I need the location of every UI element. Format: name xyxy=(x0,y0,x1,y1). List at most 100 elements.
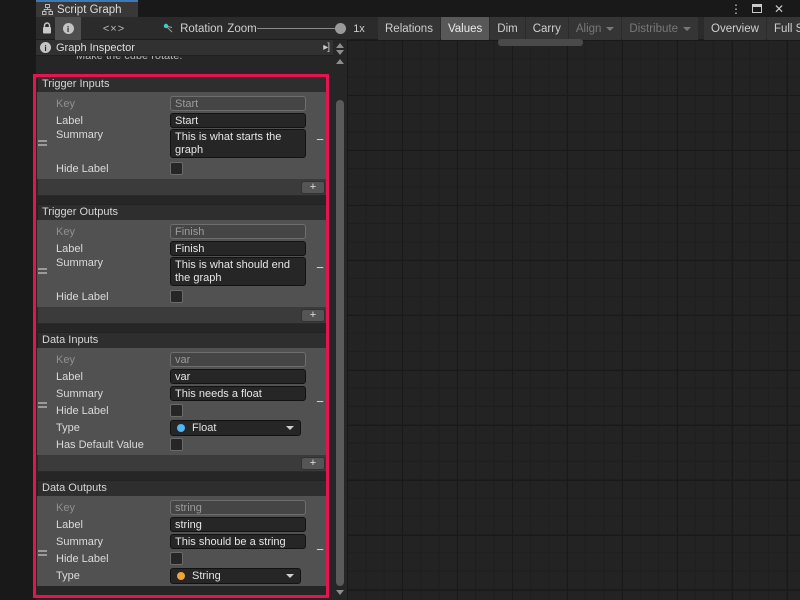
label-field[interactable] xyxy=(170,241,306,256)
distribute-button[interactable]: Distribute xyxy=(622,17,698,40)
chevron-down-icon xyxy=(683,27,691,31)
rotation-label: Rotation xyxy=(180,23,223,35)
unity-script-graph-window: Script Graph ⋮ ✕ i <×> Rotation Zoom xyxy=(0,0,800,600)
chevron-down-icon xyxy=(606,27,614,31)
chevron-down-icon xyxy=(286,574,294,578)
inspector-scroll-area: Make the cube rotate. Trigger Inputs Key… xyxy=(36,56,330,600)
key-field xyxy=(170,352,306,367)
hide-label-row: Hide Label xyxy=(37,402,328,419)
hide-label-checkbox[interactable] xyxy=(170,404,183,417)
summary-row: Summary This needs a float xyxy=(37,385,328,402)
carry-button[interactable]: Carry xyxy=(526,17,568,40)
section-trigger-inputs: Trigger Inputs Key Label Summary This is… xyxy=(37,76,328,196)
remove-item-button[interactable]: − xyxy=(314,396,326,408)
graph-canvas[interactable] xyxy=(347,40,800,600)
section-title: Data Outputs xyxy=(37,480,328,496)
maximize-icon[interactable] xyxy=(752,0,770,17)
label-field[interactable] xyxy=(170,113,306,128)
label-field[interactable] xyxy=(170,517,306,532)
section-data-outputs: Data Outputs Key Label Summary This shou… xyxy=(37,480,328,586)
tab-script-graph[interactable]: Script Graph xyxy=(36,0,138,17)
type-dropdown[interactable]: String xyxy=(170,568,301,584)
toolbar-scroll-thumb[interactable] xyxy=(498,39,583,46)
add-item-button[interactable]: + xyxy=(301,309,325,322)
label-row: Label xyxy=(37,368,328,385)
section-title: Data Inputs xyxy=(37,332,328,348)
drag-handle-icon[interactable] xyxy=(38,138,47,148)
inspector-toggle-button[interactable]: i xyxy=(55,17,81,40)
add-item-button[interactable]: + xyxy=(301,457,325,470)
dim-button[interactable]: Dim xyxy=(490,17,524,40)
graph-inspector-title: Graph Inspector xyxy=(56,42,135,54)
zoom-label: Zoom xyxy=(224,17,260,40)
tab-bar: Script Graph ⋮ ✕ xyxy=(0,0,800,17)
rotation-icon xyxy=(163,23,175,35)
summary-row: Summary This should be a string xyxy=(37,533,328,550)
hide-label-checkbox[interactable] xyxy=(170,162,183,175)
drag-handle-icon[interactable] xyxy=(38,400,47,410)
zoom-slider-knob[interactable] xyxy=(335,23,346,34)
type-row: Type String xyxy=(37,567,328,584)
key-row: Key xyxy=(37,223,328,240)
relations-button[interactable]: Relations xyxy=(378,17,440,40)
graph-description-clipped: Make the cube rotate. xyxy=(36,56,330,65)
label-row: Label xyxy=(37,112,328,129)
remove-item-button[interactable]: − xyxy=(314,134,326,146)
chevron-down-icon xyxy=(286,426,294,430)
connections-icon[interactable]: <×> xyxy=(98,17,130,40)
rotation-indicator[interactable]: Rotation xyxy=(160,17,226,40)
has-default-row: Has Default Value xyxy=(37,436,328,453)
section-data-inputs: Data Inputs Key Label Summary This needs… xyxy=(37,332,328,472)
label-row: Label xyxy=(37,240,328,257)
zoom-slider[interactable] xyxy=(257,28,341,29)
summary-field[interactable]: This is what should end the graph xyxy=(170,257,306,286)
window-menu-icon[interactable]: ⋮ xyxy=(730,0,744,17)
values-button[interactable]: Values xyxy=(441,17,489,40)
label-row: Label xyxy=(37,516,328,533)
dock-icon[interactable]: ▸] xyxy=(323,42,329,53)
remove-item-button[interactable]: − xyxy=(314,544,326,556)
graph-toolbar: i <×> Rotation Zoom 1x Relations Values … xyxy=(36,17,800,40)
type-row: Type Float xyxy=(37,419,328,436)
scroll-spinner-down-icon[interactable] xyxy=(336,50,344,55)
info-icon: i xyxy=(63,23,74,34)
overview-button[interactable]: Overview xyxy=(704,17,766,40)
has-default-checkbox[interactable] xyxy=(170,438,183,451)
graph-icon xyxy=(42,4,53,15)
key-field xyxy=(170,96,306,111)
close-icon[interactable]: ✕ xyxy=(774,0,792,17)
full-screen-button[interactable]: Full Screen xyxy=(767,17,800,40)
key-field xyxy=(170,500,306,515)
key-row: Key xyxy=(37,351,328,368)
toolbar-buttons: Relations Values Dim Carry Align Distrib… xyxy=(378,17,800,40)
hide-label-row: Hide Label xyxy=(37,288,328,305)
summary-field[interactable]: This is what starts the graph xyxy=(170,129,306,158)
drag-handle-icon[interactable] xyxy=(38,266,47,276)
section-title: Trigger Inputs xyxy=(37,76,328,92)
section-title: Trigger Outputs xyxy=(37,204,328,220)
summary-row: Summary This is what should end the grap… xyxy=(37,257,328,288)
align-button[interactable]: Align xyxy=(569,17,622,40)
hide-label-checkbox[interactable] xyxy=(170,290,183,303)
section-trigger-outputs: Trigger Outputs Key Label Summary This i… xyxy=(37,204,328,324)
scrollbar-down-icon[interactable] xyxy=(336,590,344,595)
scrollbar-thumb[interactable] xyxy=(336,100,344,586)
remove-item-button[interactable]: − xyxy=(314,262,326,274)
summary-field[interactable]: This needs a float xyxy=(170,386,306,401)
string-type-icon xyxy=(177,572,185,580)
summary-field[interactable]: This should be a string xyxy=(170,534,306,549)
key-field xyxy=(170,224,306,239)
label-field[interactable] xyxy=(170,369,306,384)
hide-label-row: Hide Label xyxy=(37,550,328,567)
scroll-spinner-up-icon[interactable] xyxy=(336,43,344,48)
graph-inspector-header[interactable]: i Graph Inspector ▸] xyxy=(36,40,333,56)
hide-label-checkbox[interactable] xyxy=(170,552,183,565)
zoom-value: 1x xyxy=(346,17,372,40)
inspector-scrollbar[interactable] xyxy=(333,40,347,600)
hide-label-row: Hide Label xyxy=(37,160,328,177)
scrollbar-up-icon[interactable] xyxy=(336,59,344,64)
add-item-button[interactable]: + xyxy=(301,181,325,194)
lock-icon[interactable] xyxy=(38,17,56,40)
type-dropdown[interactable]: Float xyxy=(170,420,301,436)
drag-handle-icon[interactable] xyxy=(38,548,47,558)
